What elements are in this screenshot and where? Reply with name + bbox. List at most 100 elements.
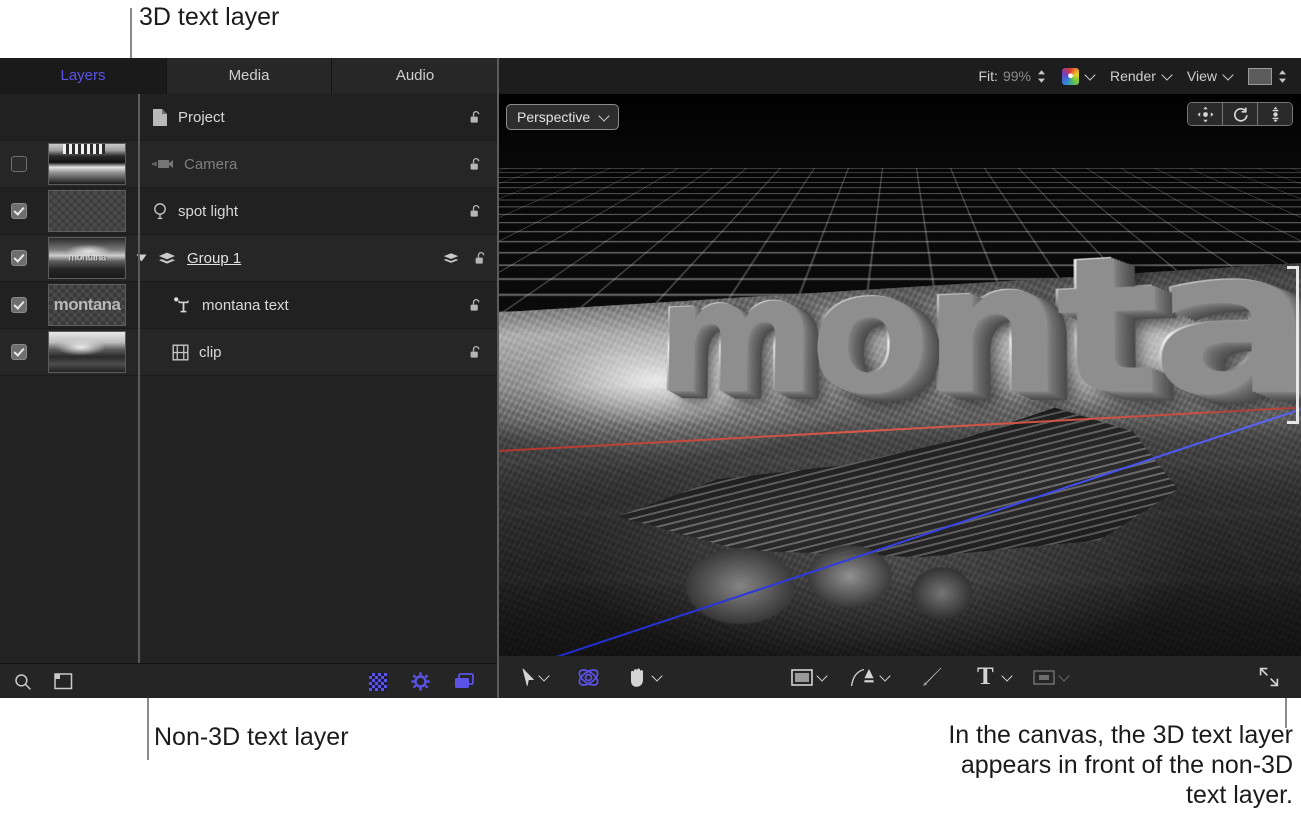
layer-name-cell: Group 1 — [136, 250, 438, 267]
camera-view-popup[interactable]: Perspective — [506, 104, 619, 130]
move-3d-icon[interactable] — [1188, 103, 1223, 125]
table-row[interactable]: montana Group 1 — [0, 235, 498, 282]
visibility-checkbox[interactable] — [11, 156, 27, 172]
checkerboard-icon[interactable] — [369, 673, 387, 691]
tab-layers[interactable]: Layers — [0, 58, 166, 94]
layer-name: montana text — [202, 297, 289, 314]
arrow-select-icon[interactable] — [522, 668, 548, 687]
layer-name-cell: spot light — [136, 202, 454, 221]
scene-rocks — [648, 514, 1068, 634]
group-3d-badge-icon — [438, 252, 464, 265]
annotation-3d-text-layer: 3D text layer — [139, 2, 279, 32]
layer-name: Project — [178, 109, 225, 126]
layer-thumbnail: montana — [48, 237, 126, 279]
unlocked-icon[interactable] — [454, 298, 498, 313]
layer-list: Project — [0, 94, 498, 663]
group-3d-icon — [157, 251, 177, 265]
layer-name-cell: Project — [136, 108, 454, 127]
chevron-down-icon[interactable] — [1058, 670, 1069, 681]
expand-arrows-icon[interactable] — [1259, 667, 1279, 687]
gear-icon[interactable] — [411, 672, 430, 691]
tab-audio[interactable]: Audio — [332, 58, 498, 94]
color-wheel-button[interactable] — [1062, 68, 1094, 85]
panel-splitter[interactable] — [497, 58, 499, 698]
table-row[interactable]: spot light — [0, 188, 498, 235]
chevron-down-icon — [1222, 69, 1233, 80]
chevron-down-icon — [1084, 69, 1095, 80]
layer-name: clip — [199, 344, 222, 361]
layer-name: Camera — [184, 156, 237, 173]
fit-zoom-control[interactable]: Fit: 99% — [979, 68, 1046, 84]
stepper-icon[interactable] — [1278, 69, 1287, 84]
hand-icon[interactable] — [627, 666, 661, 688]
background-swatch-icon — [1248, 68, 1272, 85]
selection-edge-right-top-tick[interactable] — [1287, 266, 1299, 269]
canvas-toolbar: Fit: 99% Render View — [498, 58, 1301, 94]
unlocked-icon[interactable] — [464, 251, 498, 266]
visibility-checkbox-cell[interactable] — [0, 297, 38, 313]
thumbnail-cell: montana — [38, 284, 136, 326]
render-label: Render — [1110, 68, 1156, 84]
visibility-checkbox-cell[interactable] — [0, 203, 38, 219]
rectangle-shape-icon[interactable] — [791, 669, 826, 686]
tab-media[interactable]: Media — [166, 58, 332, 94]
thumbnail-cell: montana — [38, 237, 136, 279]
layers-panel: Layers Media Audio Project — [0, 58, 498, 698]
render-menu[interactable]: Render — [1110, 68, 1171, 84]
bezier-pen-icon[interactable] — [850, 666, 889, 688]
visibility-checkbox[interactable] — [11, 250, 27, 266]
text-tool-icon[interactable]: T — [977, 666, 1011, 688]
chevron-down-icon[interactable] — [816, 670, 827, 681]
visibility-checkbox[interactable] — [11, 297, 27, 313]
unlocked-icon[interactable] — [454, 345, 498, 360]
canvas-view[interactable]: montana Perspective — [498, 94, 1301, 671]
document-icon — [152, 108, 168, 127]
chevron-down-icon[interactable] — [879, 670, 890, 681]
thumbnail-cell — [38, 190, 136, 232]
dolly-3d-icon[interactable] — [1258, 103, 1292, 125]
view-menu[interactable]: View — [1187, 68, 1232, 84]
table-row[interactable]: Camera — [0, 141, 498, 188]
thumbnail-cell — [38, 143, 136, 185]
chevron-down-icon[interactable] — [651, 670, 662, 681]
selection-edge-right[interactable] — [1296, 266, 1299, 424]
chevron-down-icon — [1161, 69, 1172, 80]
stepper-icon[interactable] — [1037, 69, 1046, 84]
canvas-panel: Fit: 99% Render View — [498, 58, 1301, 698]
camera-view-label: Perspective — [517, 109, 590, 125]
unlocked-icon[interactable] — [454, 204, 498, 219]
layers-panel-toolbar — [0, 663, 498, 698]
show-hide-panel-icon[interactable] — [54, 673, 73, 690]
duplicate-layers-icon[interactable] — [454, 673, 474, 690]
chevron-down-icon[interactable] — [538, 670, 549, 681]
visibility-checkbox-cell[interactable] — [0, 156, 38, 172]
layer-thumbnail — [48, 143, 126, 185]
layer-name-cell: montana text — [136, 296, 454, 315]
3d-transform-icon[interactable] — [576, 665, 601, 690]
annotation-canvas-explanation: In the canvas, the 3D text layer appears… — [933, 720, 1293, 810]
paint-brush-icon[interactable] — [921, 666, 943, 688]
unlocked-icon[interactable] — [454, 110, 498, 125]
visibility-checkbox[interactable] — [11, 203, 27, 219]
light-bulb-icon — [152, 202, 168, 221]
table-row[interactable]: montana montana text — [0, 282, 498, 329]
unlocked-icon[interactable] — [454, 157, 498, 172]
layer-thumbnail: montana — [48, 284, 126, 326]
visibility-checkbox-cell[interactable] — [0, 344, 38, 360]
visibility-checkbox-cell[interactable] — [0, 250, 38, 266]
thumbnail-image — [49, 144, 125, 184]
chevron-down-icon — [598, 110, 609, 121]
search-icon[interactable] — [14, 673, 32, 691]
table-row[interactable]: clip — [0, 329, 498, 376]
chevron-down-icon[interactable] — [1001, 670, 1012, 681]
mask-tool-icon[interactable] — [1033, 669, 1068, 686]
layer-name-cell: clip — [136, 344, 454, 361]
background-swatch-button[interactable] — [1248, 68, 1287, 85]
table-row[interactable]: Project — [0, 94, 498, 141]
thumbnail-cell — [38, 331, 136, 373]
canvas-tool-strip: T — [498, 656, 1301, 698]
orbit-3d-icon[interactable] — [1223, 103, 1258, 125]
selection-edge-right-bottom-tick[interactable] — [1287, 421, 1299, 424]
visibility-checkbox[interactable] — [11, 344, 27, 360]
text-3d-icon — [172, 296, 192, 315]
